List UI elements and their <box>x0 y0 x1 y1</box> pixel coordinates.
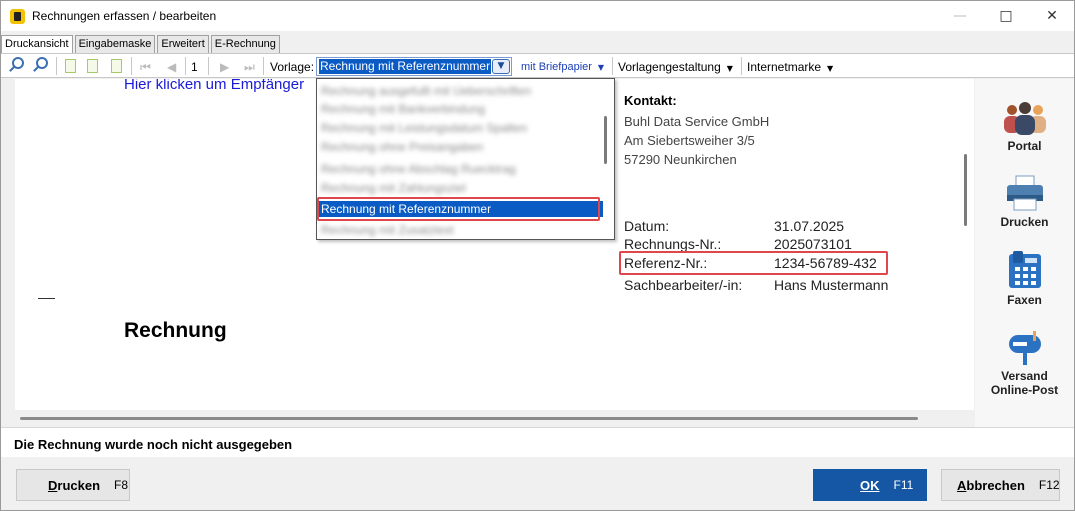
cancel-button-mnemonic: A <box>957 477 967 493</box>
fold-mark <box>38 298 55 299</box>
toolbar-separator <box>56 57 57 75</box>
kontakt-city: 57290 Neunkirchen <box>624 152 737 167</box>
print-button[interactable]: Drucken F8 <box>16 469 130 501</box>
vorlagengestaltung-label: Vorlagengestaltung <box>618 60 721 74</box>
window-title: Rechnungen erfassen / bearbeiten <box>32 9 217 23</box>
datum-label: Datum: <box>624 218 670 234</box>
toolbar-separator <box>185 57 186 75</box>
main-window: Rechnungen erfassen / bearbeiten — □ ✕ D… <box>0 0 1075 511</box>
first-page-icon[interactable]: ⏮ <box>140 60 158 78</box>
rechnungs-nr-value: 2025073101 <box>774 236 852 252</box>
zoom-out-icon[interactable] <box>12 57 24 69</box>
drucken-side-button[interactable]: Drucken <box>975 175 1074 229</box>
toolbar-separator <box>741 57 742 75</box>
dropdown-item[interactable]: Rechnung ohne Preisangaben <box>319 139 603 155</box>
next-page-icon[interactable]: ▶ <box>220 60 238 78</box>
vorlage-dropdown-list: Rechnung ausgefullt mit Ueberschriften R… <box>316 78 615 240</box>
previous-page-icon[interactable]: ◀ <box>167 60 185 78</box>
vertical-scrollbar[interactable] <box>957 79 974 410</box>
sachbearbeiter-label: Sachbearbeiter/-in: <box>624 277 743 293</box>
dropdown-item[interactable]: Rechnung mit Leistungsdatum Spalten <box>319 120 603 136</box>
dropdown-item[interactable]: Rechnung ausgefullt mit Ueberschriften <box>319 83 603 99</box>
drucken-side-label: Drucken <box>1000 215 1049 229</box>
recipient-link[interactable]: Hier klicken um Empfänger <box>124 79 304 93</box>
toolbar-separator <box>131 57 132 75</box>
kontakt-street: Am Siebertsweiher 3/5 <box>624 133 755 148</box>
two-pages-icon[interactable] <box>87 59 98 73</box>
ok-button[interactable]: OK F11 <box>813 469 927 501</box>
document-title: Rechnung <box>124 319 227 342</box>
datum-value: 31.07.2025 <box>774 218 845 234</box>
side-panel: Portal Drucken Faxen Versand Online-Post <box>975 79 1074 427</box>
tab-erweitert[interactable]: Erweitert <box>157 35 209 53</box>
title-bar: Rechnungen erfassen / bearbeiten — □ ✕ <box>1 1 1074 31</box>
close-button[interactable]: ✕ <box>1029 1 1075 31</box>
tab-e-rechnung[interactable]: E-Rechnung <box>210 35 280 53</box>
sachbearbeiter-value: Hans Mustermann <box>774 277 889 293</box>
tab-eingabemaske[interactable]: Eingabemaske <box>74 35 156 53</box>
rechnungs-nr-label: Rechnungs-Nr.: <box>624 236 722 252</box>
status-message: Die Rechnung wurde noch nicht ausgegeben <box>14 437 293 452</box>
versand-label: Versand <box>1001 369 1048 383</box>
toolbar-separator <box>208 57 209 75</box>
print-button-label: rucken <box>57 477 101 493</box>
faxen-label: Faxen <box>1007 293 1042 307</box>
minimize-button[interactable]: — <box>937 1 983 31</box>
briefpapier-label: mit Briefpapier <box>521 61 592 73</box>
portal-label: Portal <box>1007 139 1042 153</box>
horizontal-scroll-thumb[interactable] <box>20 417 918 420</box>
zoom-in-icon[interactable] <box>36 57 48 69</box>
single-page-icon[interactable] <box>65 59 76 73</box>
briefpapier-menu[interactable]: mit Briefpapier ▼ <box>521 61 604 73</box>
toolbar: ⏮ ◀ 1 ▶ ⏭ Vorlage: Rechnung mit Referenz… <box>1 53 1074 78</box>
tab-druckansicht[interactable]: Druckansicht <box>1 35 73 54</box>
ok-shortcut: F11 <box>893 478 914 492</box>
maximize-button[interactable]: □ <box>983 1 1029 31</box>
print-button-mnemonic: D <box>48 477 58 493</box>
referenz-highlight-box <box>619 251 888 275</box>
vorlagengestaltung-menu[interactable]: Vorlagengestaltung ▼ <box>618 60 733 74</box>
mailbox-icon <box>1008 331 1041 365</box>
caret-down-icon: ▼ <box>726 64 733 73</box>
selection-highlight-box <box>317 197 600 221</box>
dropdown-item[interactable]: Rechnung ohne Abschlag Ruecktrag <box>319 161 603 177</box>
horizontal-scrollbar[interactable] <box>15 410 957 427</box>
cancel-shortcut: F12 <box>1038 478 1060 492</box>
caret-down-icon: ▼ <box>827 64 834 73</box>
dropdown-scroll-thumb[interactable] <box>604 116 607 164</box>
vertical-scroll-thumb[interactable] <box>964 154 967 226</box>
printer-icon <box>1006 175 1043 211</box>
vorlage-select[interactable]: Rechnung mit Referenznummer ▼ <box>316 57 512 76</box>
dropdown-item[interactable]: Rechnung mit Zahlungsziel <box>319 180 603 196</box>
print-shortcut: F8 <box>114 478 129 492</box>
page-width-icon[interactable] <box>111 59 122 73</box>
app-icon <box>10 9 25 24</box>
toolbar-separator <box>612 57 613 75</box>
ok-button-label: OK <box>860 477 880 493</box>
fax-icon <box>1008 251 1041 288</box>
cancel-button[interactable]: Abbrechen F12 <box>941 469 1060 501</box>
status-bar: Die Rechnung wurde noch nicht ausgegeben <box>1 427 1074 457</box>
toolbar-separator <box>263 57 264 75</box>
internetmarke-label: Internetmarke <box>747 60 822 74</box>
vorlage-label: Vorlage: <box>270 60 315 74</box>
chevron-down-icon[interactable]: ▼ <box>492 59 510 74</box>
people-icon <box>1003 102 1046 135</box>
internetmarke-menu[interactable]: Internetmarke ▼ <box>747 60 833 74</box>
tab-bar: Druckansicht Eingabemaske Erweitert E-Re… <box>1 35 282 54</box>
caret-down-icon: ▼ <box>597 63 605 72</box>
kontakt-company: Buhl Data Service GmbH <box>624 114 770 129</box>
kontakt-label: Kontakt: <box>624 93 677 108</box>
versand-online-post-button[interactable]: Versand Online-Post <box>975 329 1074 397</box>
page-number[interactable]: 1 <box>191 60 198 74</box>
dropdown-item[interactable]: Rechnung mit Bankverbindung <box>319 101 603 117</box>
faxen-button[interactable]: Faxen <box>975 251 1074 307</box>
portal-button[interactable]: Portal <box>975 101 1074 153</box>
dropdown-item[interactable]: Rechnung mit Zusatztext <box>319 222 603 238</box>
cancel-button-label: bbrechen <box>966 477 1025 493</box>
online-post-label: Online-Post <box>990 383 1059 397</box>
last-page-icon[interactable]: ⏭ <box>244 60 262 78</box>
vorlage-selected-value: Rechnung mit Referenznummer <box>319 59 492 74</box>
